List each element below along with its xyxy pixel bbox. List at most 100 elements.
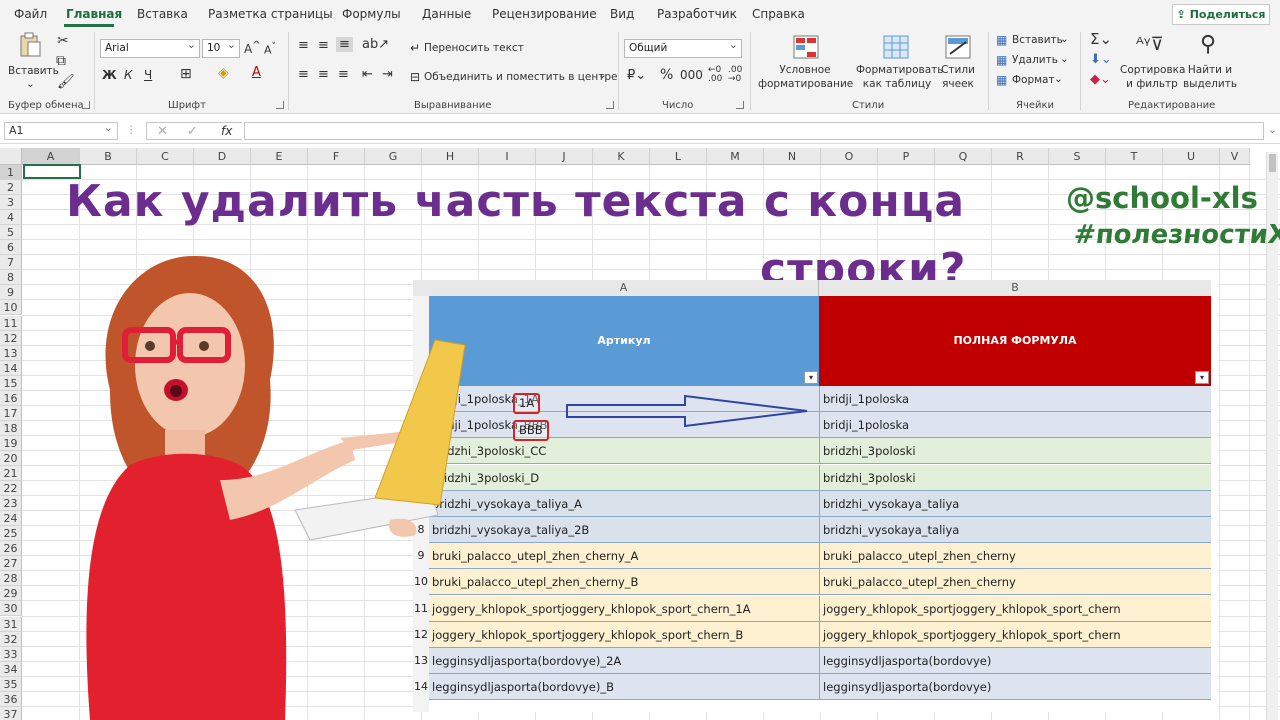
align-bottom-icon[interactable]: ≡ xyxy=(336,37,353,52)
insert-dropdown-icon[interactable]: ⌄ xyxy=(1060,33,1069,45)
col-header-M[interactable]: M xyxy=(707,148,764,165)
grow-font-icon[interactable]: A^ xyxy=(244,40,261,56)
artikul-cell[interactable]: bruki_palacco_utepl_zhen_cherny_A xyxy=(429,543,819,570)
artikul-cell[interactable]: legginsydljasporta(bordovye)_2A xyxy=(429,648,819,674)
merge-center-button[interactable]: Объединить и поместить в центре xyxy=(424,71,617,83)
comma-style-icon[interactable]: 000 xyxy=(680,68,703,82)
tab-developer[interactable]: Разработчик xyxy=(657,7,737,21)
sort-filter-button[interactable]: Сортировка и фильтр xyxy=(1120,63,1185,91)
row-header-3[interactable]: 3 xyxy=(0,195,22,211)
paste-dropdown-icon[interactable]: ⌄ xyxy=(26,78,35,90)
borders-icon[interactable]: ⊞ xyxy=(180,66,192,82)
tab-home[interactable]: Главная xyxy=(66,7,122,21)
scrollbar-thumb[interactable] xyxy=(1269,154,1276,172)
row-header-13[interactable]: 13 xyxy=(0,345,22,361)
artikul-cell[interactable]: joggery_khlopok_sportjoggery_khlopok_spo… xyxy=(429,595,819,622)
number-launcher-icon[interactable] xyxy=(736,101,744,109)
col-header-S[interactable]: S xyxy=(1049,148,1106,165)
tab-data[interactable]: Данные xyxy=(422,7,471,21)
formula-result-cell[interactable]: joggery_khlopok_sportjoggery_khlopok_spo… xyxy=(819,621,1211,648)
formula-result-cell[interactable]: bruki_palacco_utepl_zhen_cherny xyxy=(819,543,1211,570)
col-header-B[interactable]: B xyxy=(80,148,137,165)
alignment-launcher-icon[interactable] xyxy=(606,101,614,109)
expand-formula-icon[interactable]: ⌄ xyxy=(1268,124,1277,136)
row-header-21[interactable]: 21 xyxy=(0,466,22,482)
col-header-F[interactable]: F xyxy=(308,148,365,165)
formula-input[interactable] xyxy=(244,122,1264,140)
filter-dropdown-icon[interactable]: ▾ xyxy=(804,371,818,384)
row-header-25[interactable]: 25 xyxy=(0,526,22,542)
row-header-7[interactable]: 7 xyxy=(0,255,22,271)
col-header-L[interactable]: L xyxy=(650,148,707,165)
conditional-formatting-icon[interactable] xyxy=(792,34,820,60)
wrap-text-button[interactable]: Переносить текст xyxy=(424,42,524,54)
format-as-table-button[interactable]: Форматировать как таблицу xyxy=(856,63,943,91)
merge-dropdown-icon[interactable]: ⌄ xyxy=(598,69,607,81)
col-header-D[interactable]: D xyxy=(194,148,251,165)
paste-button[interactable]: Вставить xyxy=(8,65,59,77)
conditional-formatting-button[interactable]: Условное форматирование xyxy=(758,63,853,91)
row-header-11[interactable]: 11 xyxy=(0,315,22,331)
tab-view[interactable]: Вид xyxy=(610,7,634,21)
formula-result-cell[interactable]: bridji_1poloska xyxy=(819,386,1211,412)
row-header-19[interactable]: 19 xyxy=(0,435,22,451)
currency-icon[interactable]: ₽⌄ xyxy=(627,68,646,83)
underline-button[interactable]: Ч xyxy=(144,68,152,82)
row-header-35[interactable]: 35 xyxy=(0,676,22,692)
name-box[interactable]: A1 xyxy=(4,121,118,140)
col-header-K[interactable]: K xyxy=(593,148,650,165)
autosum-icon[interactable]: Σ⌄ xyxy=(1090,30,1112,48)
row-header-18[interactable]: 18 xyxy=(0,420,22,436)
decrease-indent-icon[interactable]: ⇤ xyxy=(362,67,373,82)
row-header-23[interactable]: 23 xyxy=(0,496,22,512)
tab-formulas[interactable]: Формулы xyxy=(342,7,401,21)
formula-result-cell[interactable]: bridzhi_vysokaya_taliya xyxy=(819,517,1211,543)
orientation-icon[interactable]: ab↗ xyxy=(362,37,389,52)
insert-cells-button[interactable]: Вставить xyxy=(1012,34,1063,46)
artikul-cell[interactable]: legginsydljasporta(bordovye)_B xyxy=(429,674,819,701)
row-header-34[interactable]: 34 xyxy=(0,661,22,677)
col-header-U[interactable]: U xyxy=(1163,148,1220,165)
row-header-28[interactable]: 28 xyxy=(0,571,22,587)
cut-icon[interactable]: ✂ xyxy=(57,33,69,49)
number-format-combo[interactable]: Общий xyxy=(624,38,742,58)
row-header-32[interactable]: 32 xyxy=(0,631,22,647)
tab-insert[interactable]: Вставка xyxy=(137,7,188,21)
formula-result-cell[interactable]: bridzhi_3poloski xyxy=(819,438,1211,465)
formula-result-cell[interactable]: bridzhi_3poloski xyxy=(819,464,1211,491)
align-center-icon[interactable]: ≡ xyxy=(318,67,329,82)
artikul-cell[interactable]: bridzhi_vysokaya_taliya_2B xyxy=(429,517,819,543)
row-header-30[interactable]: 30 xyxy=(0,601,22,617)
col-header-V[interactable]: V xyxy=(1220,148,1250,165)
italic-button[interactable]: К xyxy=(124,68,133,82)
formula-result-cell[interactable]: bruki_palacco_utepl_zhen_cherny xyxy=(819,569,1211,596)
delete-dropdown-icon[interactable]: ⌄ xyxy=(1060,53,1069,65)
formula-result-cell[interactable]: bridzhi_vysokaya_taliya xyxy=(819,490,1211,517)
cell-styles-icon[interactable] xyxy=(944,34,972,60)
tab-page-layout[interactable]: Разметка страницы xyxy=(208,7,333,21)
row-header-20[interactable]: 20 xyxy=(0,450,22,466)
col-header-G[interactable]: G xyxy=(365,148,422,165)
row-header-31[interactable]: 31 xyxy=(0,616,22,632)
paste-icon[interactable] xyxy=(16,32,44,58)
formula-result-cell[interactable]: bridji_1poloska xyxy=(819,412,1211,439)
format-painter-icon[interactable]: 🖌 xyxy=(57,74,75,90)
row-header-1[interactable]: 1 xyxy=(0,165,22,181)
row-header-5[interactable]: 5 xyxy=(0,225,22,241)
tab-review[interactable]: Рецензирование xyxy=(492,7,597,21)
clear-icon[interactable]: ◆⌄ xyxy=(1090,72,1111,87)
align-top-icon[interactable]: ≡ xyxy=(298,38,309,53)
col-header-E[interactable]: E xyxy=(251,148,308,165)
format-cells-button[interactable]: Формат xyxy=(1012,74,1055,86)
delete-cells-button[interactable]: Удалить xyxy=(1012,54,1058,66)
row-header-12[interactable]: 12 xyxy=(0,330,22,346)
formula-result-cell[interactable]: legginsydljasporta(bordovye) xyxy=(819,648,1211,674)
font-size-combo[interactable]: 10 xyxy=(202,38,240,58)
row-header-4[interactable]: 4 xyxy=(0,210,22,226)
row-header-27[interactable]: 27 xyxy=(0,556,22,572)
col-header-N[interactable]: N xyxy=(764,148,821,165)
row-header-10[interactable]: 10 xyxy=(0,300,22,316)
formula-result-cell[interactable]: joggery_khlopok_sportjoggery_khlopok_spo… xyxy=(819,595,1211,622)
align-middle-icon[interactable]: ≡ xyxy=(318,38,329,53)
row-header-33[interactable]: 33 xyxy=(0,646,22,662)
